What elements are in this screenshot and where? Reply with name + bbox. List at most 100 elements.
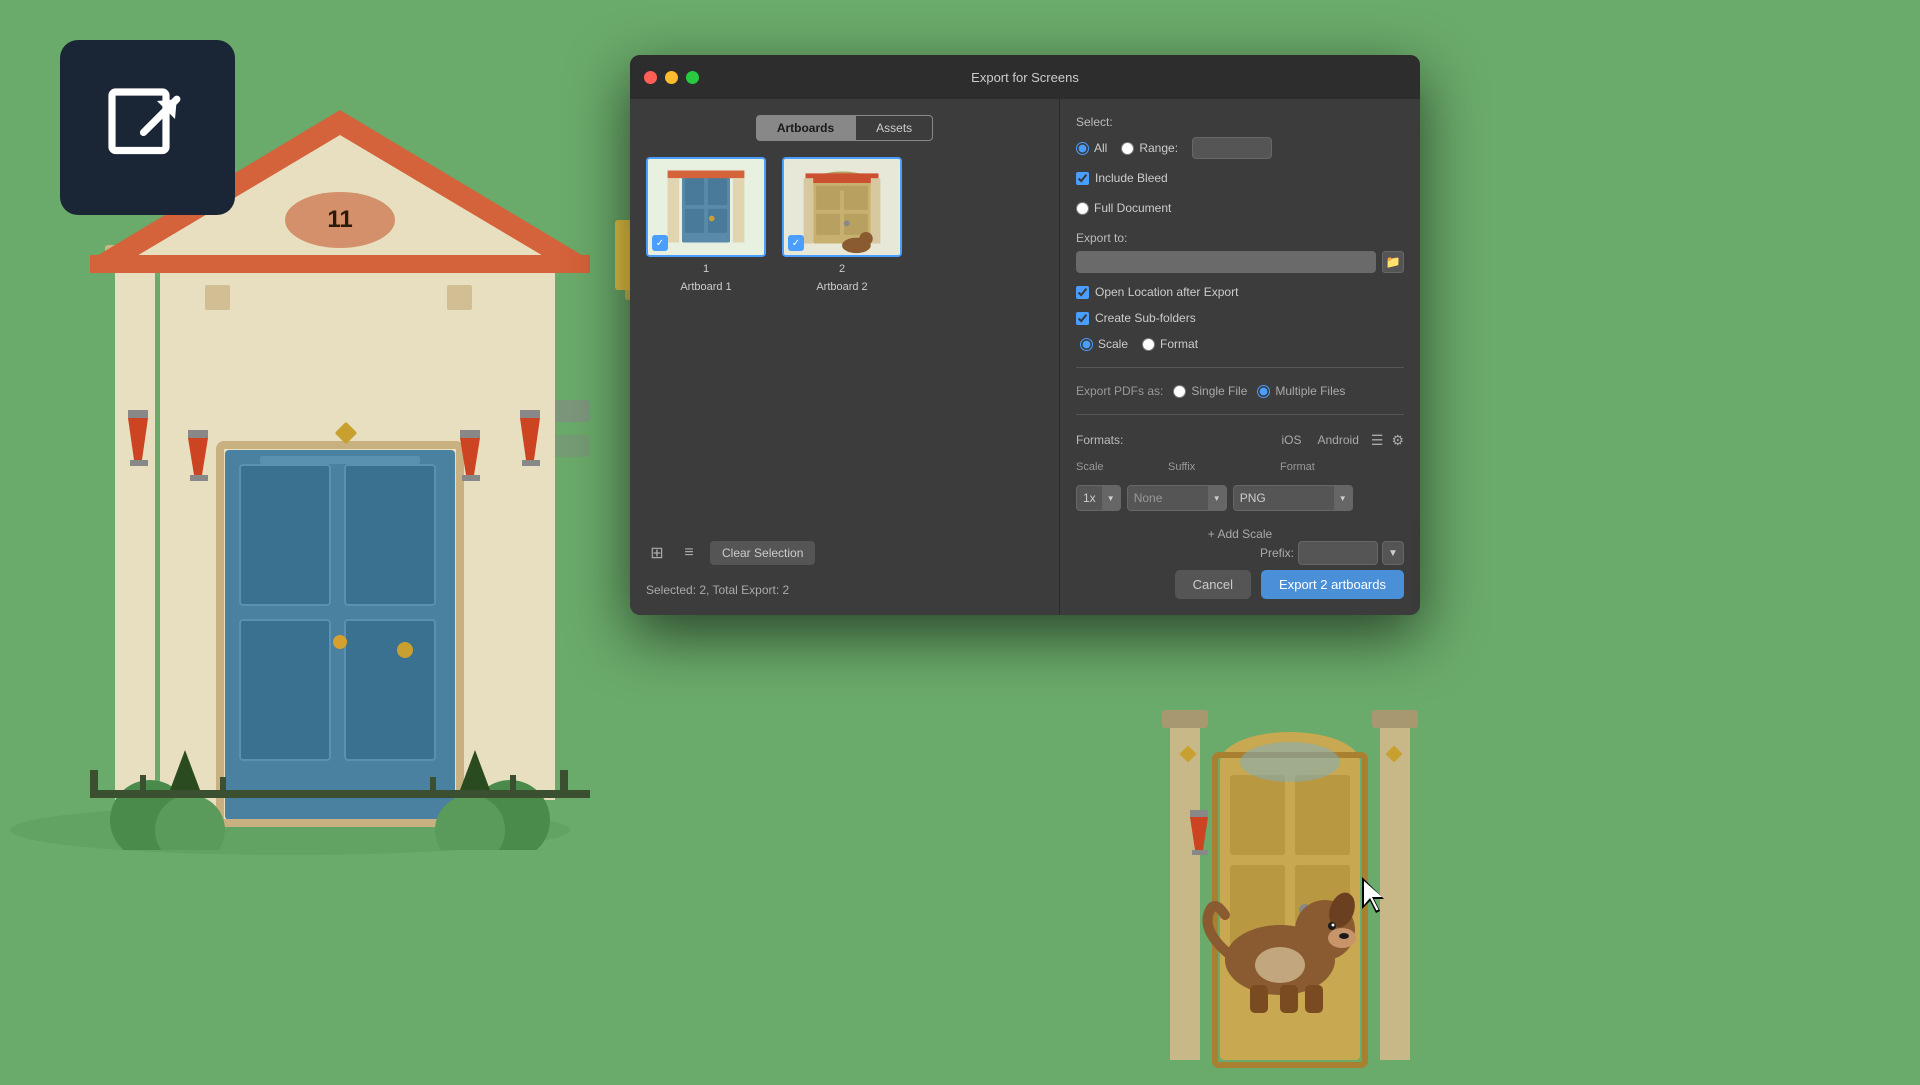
- artboard-item-2[interactable]: 2 Artboard 2: [782, 157, 902, 293]
- single-file-radio[interactable]: [1173, 385, 1186, 398]
- artboard-grid: 1 Artboard 1: [646, 157, 1043, 293]
- multiple-files-radio[interactable]: [1257, 385, 1270, 398]
- format-select-container: PNG ▼ ✓ PNG PNG 8: [1233, 485, 1353, 511]
- scale-radio-text: Scale: [1098, 337, 1128, 351]
- include-bleed-checkbox[interactable]: [1076, 172, 1089, 185]
- artboard-item-1[interactable]: 1 Artboard 1: [646, 157, 766, 293]
- list-view-icon[interactable]: ≡: [678, 542, 700, 564]
- format-col-header: Format: [1280, 461, 1404, 473]
- tab-bar: Artboards Assets: [646, 115, 1043, 141]
- format-radio-text: Format: [1160, 337, 1198, 351]
- include-bleed-label: Include Bleed: [1095, 171, 1168, 185]
- minimize-button[interactable]: [665, 71, 678, 84]
- status-text: Selected: 2, Total Export: 2: [646, 583, 789, 597]
- select-section: Select: All Range: 1–2: [1076, 115, 1404, 159]
- settings-format-icon[interactable]: ⚙: [1391, 432, 1404, 449]
- ios-tab[interactable]: iOS: [1277, 431, 1305, 449]
- export-button[interactable]: Export 2 artboards: [1261, 570, 1404, 599]
- export-pdfs-row: Export PDFs as: Single File Multiple Fil…: [1076, 384, 1404, 398]
- open-location-row: Open Location after Export: [1076, 285, 1404, 299]
- format-radio-label[interactable]: Format: [1142, 337, 1198, 351]
- scale-radio[interactable]: [1080, 338, 1093, 351]
- format-select[interactable]: PNG ▼: [1233, 485, 1353, 511]
- prefix-input[interactable]: [1298, 541, 1378, 565]
- export-path-input[interactable]: [1076, 251, 1376, 273]
- export-pdfs-label: Export PDFs as:: [1076, 384, 1163, 398]
- prefix-area: Prefix: ▼: [1260, 541, 1420, 565]
- range-radio-text: Range:: [1139, 141, 1178, 155]
- action-buttons: Cancel Export 2 artboards: [1175, 570, 1404, 599]
- scale-col-header: Scale: [1076, 461, 1162, 473]
- android-tab[interactable]: Android: [1314, 431, 1363, 449]
- format-column-headers: Scale Suffix Format: [1076, 461, 1404, 473]
- add-scale-button[interactable]: + Add Scale: [1208, 527, 1272, 541]
- folder-browse-button[interactable]: 📁: [1382, 251, 1404, 273]
- include-bleed-row: Include Bleed: [1076, 171, 1404, 185]
- maximize-button[interactable]: [686, 71, 699, 84]
- create-subfolders-label: Create Sub-folders: [1095, 311, 1196, 325]
- full-document-radio[interactable]: [1076, 202, 1089, 215]
- artboard-2-number: 2: [839, 263, 845, 275]
- full-document-row: Full Document: [1076, 201, 1404, 215]
- formats-label: Formats:: [1076, 433, 1123, 447]
- create-subfolders-row: Create Sub-folders: [1076, 311, 1404, 325]
- range-radio[interactable]: [1121, 142, 1134, 155]
- clear-selection-button[interactable]: Clear Selection: [710, 541, 815, 565]
- artboard-2-name: Artboard 2: [816, 281, 867, 293]
- artboard-thumb-2[interactable]: [782, 157, 902, 257]
- single-file-option: Single File: [1173, 384, 1247, 398]
- right-panel: Select: All Range: 1–2 Include Bleed: [1060, 99, 1420, 615]
- suffix-dropdown-arrow[interactable]: ▼: [1208, 485, 1226, 511]
- scale-value: 1x: [1077, 491, 1102, 505]
- all-radio-label[interactable]: All: [1076, 141, 1107, 155]
- format-dropdown-arrow[interactable]: ▼: [1334, 485, 1352, 511]
- export-icon-box: [60, 40, 235, 215]
- all-radio-text: All: [1094, 141, 1107, 155]
- all-radio[interactable]: [1076, 142, 1089, 155]
- export-dialog: Export for Screens Artboards Assets: [630, 55, 1420, 615]
- scale-select[interactable]: 1x ▼: [1076, 485, 1121, 511]
- scale-radio-label[interactable]: Scale: [1080, 337, 1128, 351]
- formats-header: Formats: iOS Android ☰ ⚙: [1076, 431, 1404, 449]
- range-input[interactable]: 1–2: [1192, 137, 1272, 159]
- suffix-value: None: [1128, 491, 1208, 505]
- suffix-col-header: Suffix: [1168, 461, 1274, 473]
- formats-tabs: iOS Android ☰ ⚙: [1277, 431, 1404, 449]
- export-to-label: Export to:: [1076, 231, 1404, 245]
- artboard-1-name: Artboard 1: [680, 281, 731, 293]
- single-file-label: Single File: [1191, 384, 1247, 398]
- scale-format-group: Scale Format: [1076, 337, 1404, 351]
- export-to-section: Export to: 📁: [1076, 231, 1404, 273]
- dialog-title: Export for Screens: [971, 70, 1079, 85]
- artboard-thumb-1[interactable]: [646, 157, 766, 257]
- full-document-label: Full Document: [1094, 201, 1171, 215]
- select-label: Select:: [1076, 115, 1404, 129]
- artboard-1-number: 1: [703, 263, 709, 275]
- prefix-label: Prefix:: [1260, 546, 1294, 560]
- multiple-files-option: Multiple Files: [1257, 384, 1345, 398]
- suffix-select[interactable]: None ▼: [1127, 485, 1227, 511]
- artboard-1-check: [652, 235, 668, 251]
- range-radio-label[interactable]: Range:: [1121, 141, 1178, 155]
- open-location-checkbox[interactable]: [1076, 286, 1089, 299]
- close-button[interactable]: [644, 71, 657, 84]
- prefix-dropdown-arrow[interactable]: ▼: [1382, 541, 1404, 565]
- svg-text:11: 11: [327, 206, 352, 233]
- artboard-2-check: [788, 235, 804, 251]
- scale-dropdown-arrow[interactable]: ▼: [1102, 485, 1120, 511]
- tab-assets[interactable]: Assets: [855, 115, 933, 141]
- divider-2: [1076, 414, 1404, 415]
- tab-artboards[interactable]: Artboards: [756, 115, 855, 141]
- format-radio[interactable]: [1142, 338, 1155, 351]
- format-value: PNG: [1234, 491, 1334, 505]
- open-location-label: Open Location after Export: [1095, 285, 1238, 299]
- left-panel: Artboards Assets: [630, 99, 1060, 615]
- divider-1: [1076, 367, 1404, 368]
- cancel-button[interactable]: Cancel: [1175, 570, 1251, 599]
- grid-view-icon[interactable]: ⊞: [646, 542, 668, 564]
- create-subfolders-checkbox[interactable]: [1076, 312, 1089, 325]
- multiple-files-label: Multiple Files: [1275, 384, 1345, 398]
- dog-illustration: [1180, 820, 1380, 1020]
- list-view-format-icon[interactable]: ☰: [1371, 432, 1384, 449]
- title-bar: Export for Screens: [630, 55, 1420, 99]
